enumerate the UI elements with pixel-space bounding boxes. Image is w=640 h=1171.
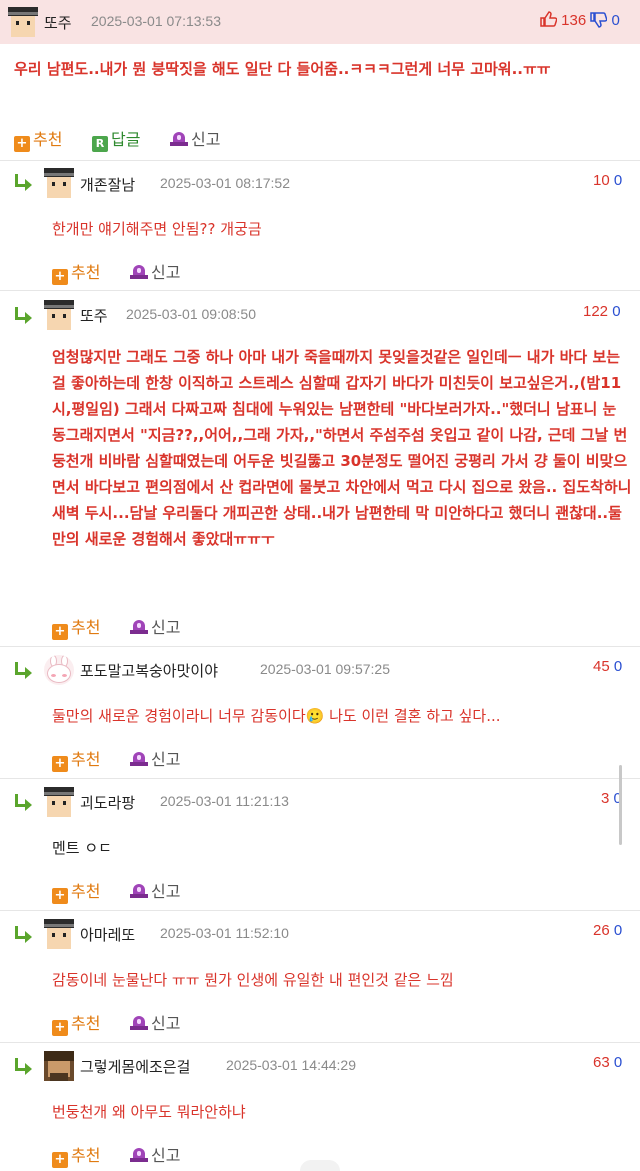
down-count: 0 [611, 12, 620, 29]
avatar[interactable] [44, 168, 74, 198]
plus-icon: + [52, 756, 68, 772]
avatar[interactable] [44, 300, 74, 330]
recommend-button[interactable]: + 추천 [14, 126, 62, 152]
vote-counts: 63 0 [593, 1054, 622, 1071]
comment-body: 멘트 ㅇㄷ [52, 839, 112, 857]
reply-arrow-icon [12, 792, 34, 812]
reply-button[interactable]: R 답글 [92, 126, 140, 152]
avatar[interactable] [44, 919, 74, 949]
reply-arrow-icon [12, 305, 34, 325]
comment-body: 둘만의 새로운 경험이라니 너무 감동이다🥲 나도 이런 결혼 하고 싶다... [52, 707, 501, 725]
divider [0, 1042, 640, 1043]
recommend-button[interactable]: + 추천 [52, 878, 100, 904]
siren-icon [130, 751, 148, 767]
thumbs-up-icon[interactable] [540, 11, 558, 27]
comment-nick[interactable]: 아마레또 [80, 924, 135, 945]
avatar[interactable] [8, 7, 38, 37]
reply-r-icon: R [92, 136, 108, 152]
report-button[interactable]: 신고 [130, 1010, 180, 1033]
recommend-button[interactable]: + 추천 [52, 614, 100, 640]
siren-icon [130, 883, 148, 899]
recommend-button[interactable]: + 추천 [52, 746, 100, 772]
plus-icon: + [52, 888, 68, 904]
siren-icon [130, 1015, 148, 1031]
post-date: 2025-03-01 07:13:53 [91, 13, 221, 29]
siren-icon [130, 264, 148, 280]
down-count[interactable]: 0 [614, 658, 622, 675]
comment-nick[interactable]: 포도말고복숭아맛이야 [80, 660, 218, 681]
comment-date: 2025-03-01 14:44:29 [226, 1057, 356, 1073]
down-count[interactable]: 0 [614, 172, 622, 189]
report-button[interactable]: 신고 [130, 614, 180, 637]
reply-arrow-icon [12, 924, 34, 944]
report-button[interactable]: 신고 [130, 1142, 180, 1165]
plus-icon: + [14, 136, 30, 152]
comment-body: 한개만 얘기해주면 안됨?? 개궁금 [52, 220, 262, 238]
divider [0, 646, 640, 647]
vote-counts: 45 0 [593, 658, 622, 675]
thumbs-down-icon[interactable] [590, 12, 608, 28]
comment-nick[interactable]: 또주 [80, 305, 108, 326]
up-count[interactable]: 45 [593, 658, 610, 675]
recommend-button[interactable]: + 추천 [52, 1142, 100, 1168]
bottom-handle [300, 1160, 340, 1171]
recommend-button[interactable]: + 추천 [52, 1010, 100, 1036]
divider [0, 160, 640, 161]
vote-counts: 122 0 [583, 303, 621, 320]
down-count[interactable]: 0 [614, 922, 622, 939]
plus-icon: + [52, 1020, 68, 1036]
avatar[interactable] [44, 1051, 74, 1081]
report-button[interactable]: 신고 [130, 746, 180, 769]
down-count[interactable]: 0 [614, 1054, 622, 1071]
comment-date: 2025-03-01 11:52:10 [160, 925, 289, 941]
up-count[interactable]: 3 [601, 790, 609, 807]
siren-icon [130, 1147, 148, 1163]
divider [0, 290, 640, 291]
report-button[interactable]: 신고 [170, 126, 220, 149]
up-count[interactable]: 10 [593, 172, 610, 189]
vote-counts: 136 0 [540, 11, 620, 29]
up-count[interactable]: 26 [593, 922, 610, 939]
scrollbar[interactable] [619, 765, 622, 845]
post-body: 우리 남편도..내가 뭔 붕딱짓을 해도 일단 다 들어줌..ㅋㅋㅋ그런게 너무… [14, 60, 551, 78]
author-nick[interactable]: 또주 [44, 12, 72, 33]
comment-date: 2025-03-01 09:08:50 [126, 306, 256, 322]
reply-arrow-icon [12, 660, 34, 680]
comment-date: 2025-03-01 08:17:52 [160, 175, 290, 191]
plus-icon: + [52, 1152, 68, 1168]
post-header: 또주 2025-03-01 07:13:53 136 0 [0, 0, 640, 44]
reply-arrow-icon [12, 1056, 34, 1076]
up-count: 136 [561, 12, 587, 29]
up-count[interactable]: 63 [593, 1054, 610, 1071]
siren-icon [130, 619, 148, 635]
vote-counts: 10 0 [593, 172, 622, 189]
comment-nick[interactable]: 개존잘남 [80, 174, 135, 195]
divider [0, 910, 640, 911]
plus-icon: + [52, 624, 68, 640]
avatar[interactable] [44, 787, 74, 817]
up-count[interactable]: 122 [583, 303, 608, 320]
plus-icon: + [52, 269, 68, 285]
comment-date: 2025-03-01 11:21:13 [160, 793, 289, 809]
comment-body: 번둥천개 왜 아무도 뭐라안하냐 [52, 1103, 246, 1121]
vote-counts: 26 0 [593, 922, 622, 939]
avatar[interactable] [44, 655, 74, 685]
comment-nick[interactable]: 그렇게몸에조은걸 [80, 1056, 190, 1077]
comment-body: 엄청많지만 그래도 그중 하나 아마 내가 죽을때까지 못잊을것같은 일인데ㅡ … [52, 348, 637, 548]
original-post: 또주 2025-03-01 07:13:53 136 0 우리 남편도..내가 … [0, 0, 640, 155]
report-button[interactable]: 신고 [130, 259, 180, 282]
down-count[interactable]: 0 [612, 303, 620, 320]
comment-body: 감동이네 눈물난다 ㅠㅠ 뭔가 인생에 유일한 내 편인것 같은 느낌 [52, 971, 454, 989]
recommend-button[interactable]: + 추천 [52, 259, 100, 285]
report-button[interactable]: 신고 [130, 878, 180, 901]
comment-nick[interactable]: 괴도라팡 [80, 792, 135, 813]
comment-date: 2025-03-01 09:57:25 [260, 661, 390, 677]
reply-arrow-icon [12, 172, 34, 192]
siren-icon [170, 131, 188, 147]
divider [0, 778, 640, 779]
